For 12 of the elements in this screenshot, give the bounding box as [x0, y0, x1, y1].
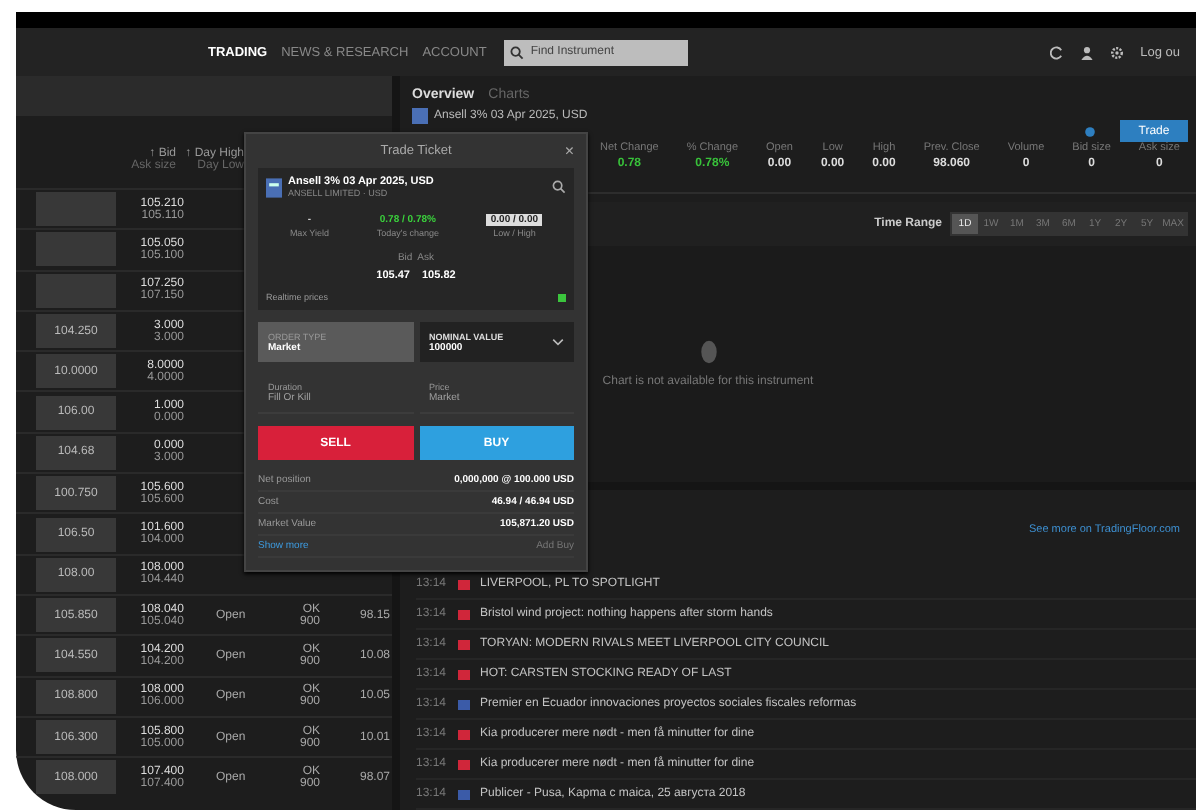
close-button[interactable]: ×: [564, 142, 574, 160]
search-icon[interactable]: [552, 180, 566, 194]
instrument-icon: [266, 177, 282, 197]
search-icon: [510, 45, 525, 59]
bid-cell[interactable]: [36, 192, 116, 227]
bid-cell[interactable]: [36, 232, 116, 267]
bid-cell[interactable]: [36, 273, 116, 308]
settings-icon[interactable]: [1110, 45, 1125, 59]
user-icon[interactable]: [1080, 45, 1095, 59]
instrument-icon: [412, 108, 428, 124]
refresh-icon[interactable]: [1050, 45, 1065, 59]
caret-icon: [552, 338, 564, 346]
